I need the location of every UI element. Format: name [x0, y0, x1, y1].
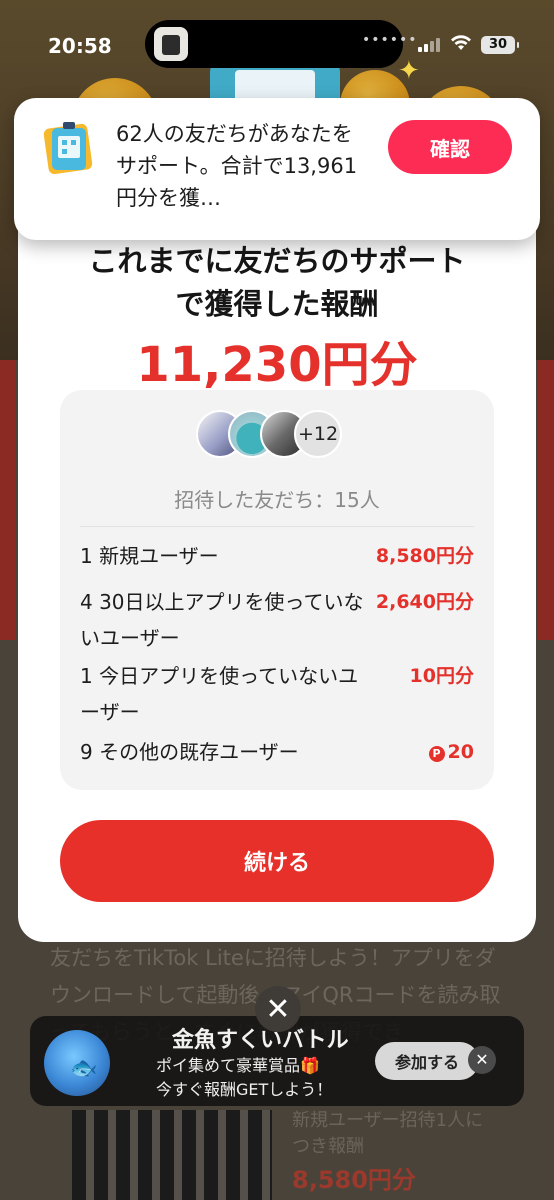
reward-points: 20 — [447, 741, 474, 763]
background-red-band — [538, 360, 554, 640]
modal-title-line: で獲得した報酬 — [175, 287, 379, 321]
reward-row-label: 9 その他の既存ユーザー — [80, 740, 299, 764]
island-activity-dots: •••••• — [362, 32, 418, 48]
more-friends-count: +12 — [294, 410, 342, 458]
wifi-icon — [450, 34, 472, 52]
reward-row-value: 10円分 — [409, 665, 474, 687]
reward-row-label: 1 今日アプリを使っていないユーザー — [80, 664, 359, 724]
sparkle-icon: ✦ — [398, 56, 420, 86]
join-button[interactable]: 参加する — [375, 1042, 479, 1080]
background-red-band — [0, 360, 16, 640]
reward-row-label: 4 30日以上アプリを使っていないユーザー — [80, 590, 364, 650]
invited-friends-label: 招待した友だち：15人 — [174, 488, 380, 512]
signal-icon — [418, 36, 440, 52]
qr-reward-label: 新規ユーザー招待1人につき報酬 — [292, 1110, 484, 1157]
banner-close-icon[interactable]: ✕ — [468, 1046, 496, 1074]
status-time: 20:58 — [48, 34, 112, 58]
continue-button[interactable]: 続ける — [60, 820, 494, 902]
reward-row-label: 1 新規ユーザー — [80, 544, 219, 568]
banner-subtitle: 今すぐ報酬GETしよう！ — [156, 1080, 333, 1099]
reward-row-value: P 20 — [428, 734, 474, 770]
modal-title: これまでに友だちのサポート で獲得した報酬 — [0, 240, 554, 326]
qr-reward-amount: 8,580円分 — [292, 1166, 416, 1194]
divider — [80, 526, 474, 527]
reward-row-value: 2,640円分 — [375, 591, 474, 613]
notification-message: 62人の友だちがあなたをサポート。合計で13,961円分を獲… — [116, 122, 358, 210]
modal-title-line: これまでに友だちのサポート — [88, 244, 466, 278]
my-qr-code — [72, 1110, 272, 1200]
point-icon: P — [428, 746, 445, 762]
qr-card-icon — [40, 118, 98, 176]
battery-indicator: 30 — [481, 36, 519, 54]
banner-title: 金魚すくいバトル — [172, 1028, 349, 1053]
reward-row-value: 8,580円分 — [375, 545, 474, 567]
goldfish-icon: 🐟 — [70, 1056, 98, 1081]
banner-subtitle: ポイ集めて豪華賞品🎁 — [156, 1056, 320, 1075]
confirm-button[interactable]: 確認 — [388, 120, 512, 174]
close-modal-button[interactable]: ✕ — [255, 986, 301, 1032]
total-reward-amount: 11,230円分 — [136, 337, 418, 393]
island-app-icon — [154, 27, 188, 61]
